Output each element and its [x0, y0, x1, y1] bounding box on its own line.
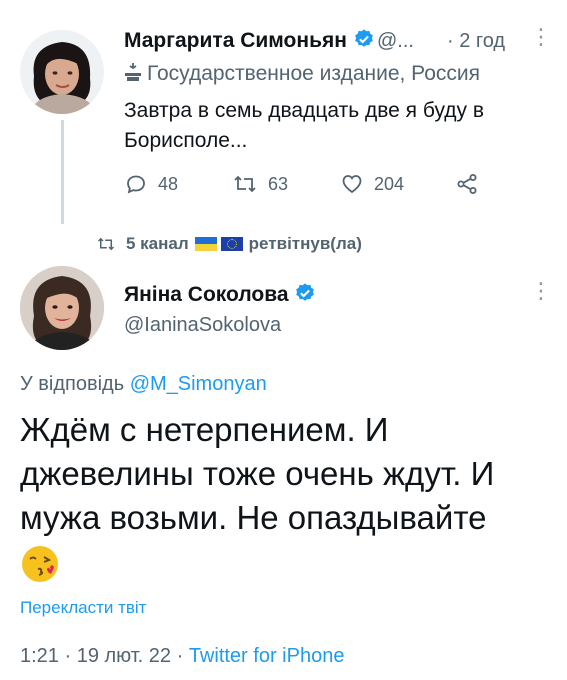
- retweeted-label: ретвітнув(ла): [248, 234, 362, 253]
- translate-tweet-link[interactable]: Перекласти твіт: [20, 598, 146, 618]
- retweeted-by-bar[interactable]: 5 канал ретвітнув(ла): [96, 234, 362, 254]
- quoted-tweet-text: Завтра в семь двадцать две я буду в Бори…: [124, 99, 485, 152]
- avatar-sokolova[interactable]: [20, 266, 104, 350]
- retweet-small-icon: [97, 237, 115, 251]
- retweet-icon: [234, 175, 256, 193]
- tweet-meta: 1:21 · 19 лют. 22 · Twitter for iPhone: [20, 645, 344, 668]
- tweet-text: Ждём с нетерпением. И джевелины тоже оче…: [20, 411, 495, 536]
- like-button[interactable]: 204: [340, 172, 404, 196]
- face-blowing-kiss-icon: [22, 546, 58, 582]
- more-options-icon[interactable]: ⋮: [530, 280, 552, 302]
- retweet-button[interactable]: 63: [232, 172, 288, 196]
- replying-to: У відповідь @M_Simonyan: [20, 373, 267, 396]
- share-icon: [457, 174, 477, 194]
- replying-to-label: У відповідь: [20, 373, 125, 395]
- tweet-source-link[interactable]: Twitter for iPhone: [189, 645, 345, 667]
- state-media-label[interactable]: Государственное издание, Россия: [124, 62, 480, 86]
- reply-count: 48: [158, 173, 179, 194]
- quoted-time[interactable]: · 2 год: [447, 30, 505, 53]
- tweet-handle[interactable]: @IaninaSokolova: [124, 314, 281, 337]
- replying-to-link[interactable]: @M_Simonyan: [130, 373, 267, 395]
- share-button[interactable]: [455, 172, 489, 196]
- tweet-timestamp[interactable]: 1:21 · 19 лют. 22 ·: [20, 645, 189, 667]
- state-media-label-text: Государственное издание, Россия: [147, 62, 481, 85]
- quoted-author-name-text: Маргарита Симоньян: [124, 29, 347, 52]
- like-count: 204: [374, 173, 405, 194]
- heart-icon: [342, 175, 362, 194]
- more-options-icon[interactable]: ⋮: [530, 26, 552, 48]
- retweeter-name: 5 канал: [126, 234, 189, 253]
- tweet-author-name-text: Яніна Соколова: [124, 283, 289, 306]
- reply-icon: [127, 175, 145, 194]
- quoted-handle[interactable]: @...: [377, 30, 414, 53]
- verified-badge-icon: [354, 29, 373, 47]
- verified-badge-icon: [296, 283, 315, 301]
- retweet-count: 63: [268, 173, 289, 194]
- ukraine-flag-icon: [194, 237, 217, 251]
- reply-button[interactable]: 48: [124, 172, 178, 196]
- quoted-author-name[interactable]: Маргарита Симоньян: [124, 28, 375, 53]
- tweet-author-name[interactable]: Яніна Соколова: [124, 282, 316, 307]
- state-media-icon: [125, 63, 141, 81]
- thread-line: [61, 120, 64, 224]
- eu-flag-icon: [220, 237, 243, 251]
- avatar-simonyan[interactable]: [20, 30, 104, 114]
